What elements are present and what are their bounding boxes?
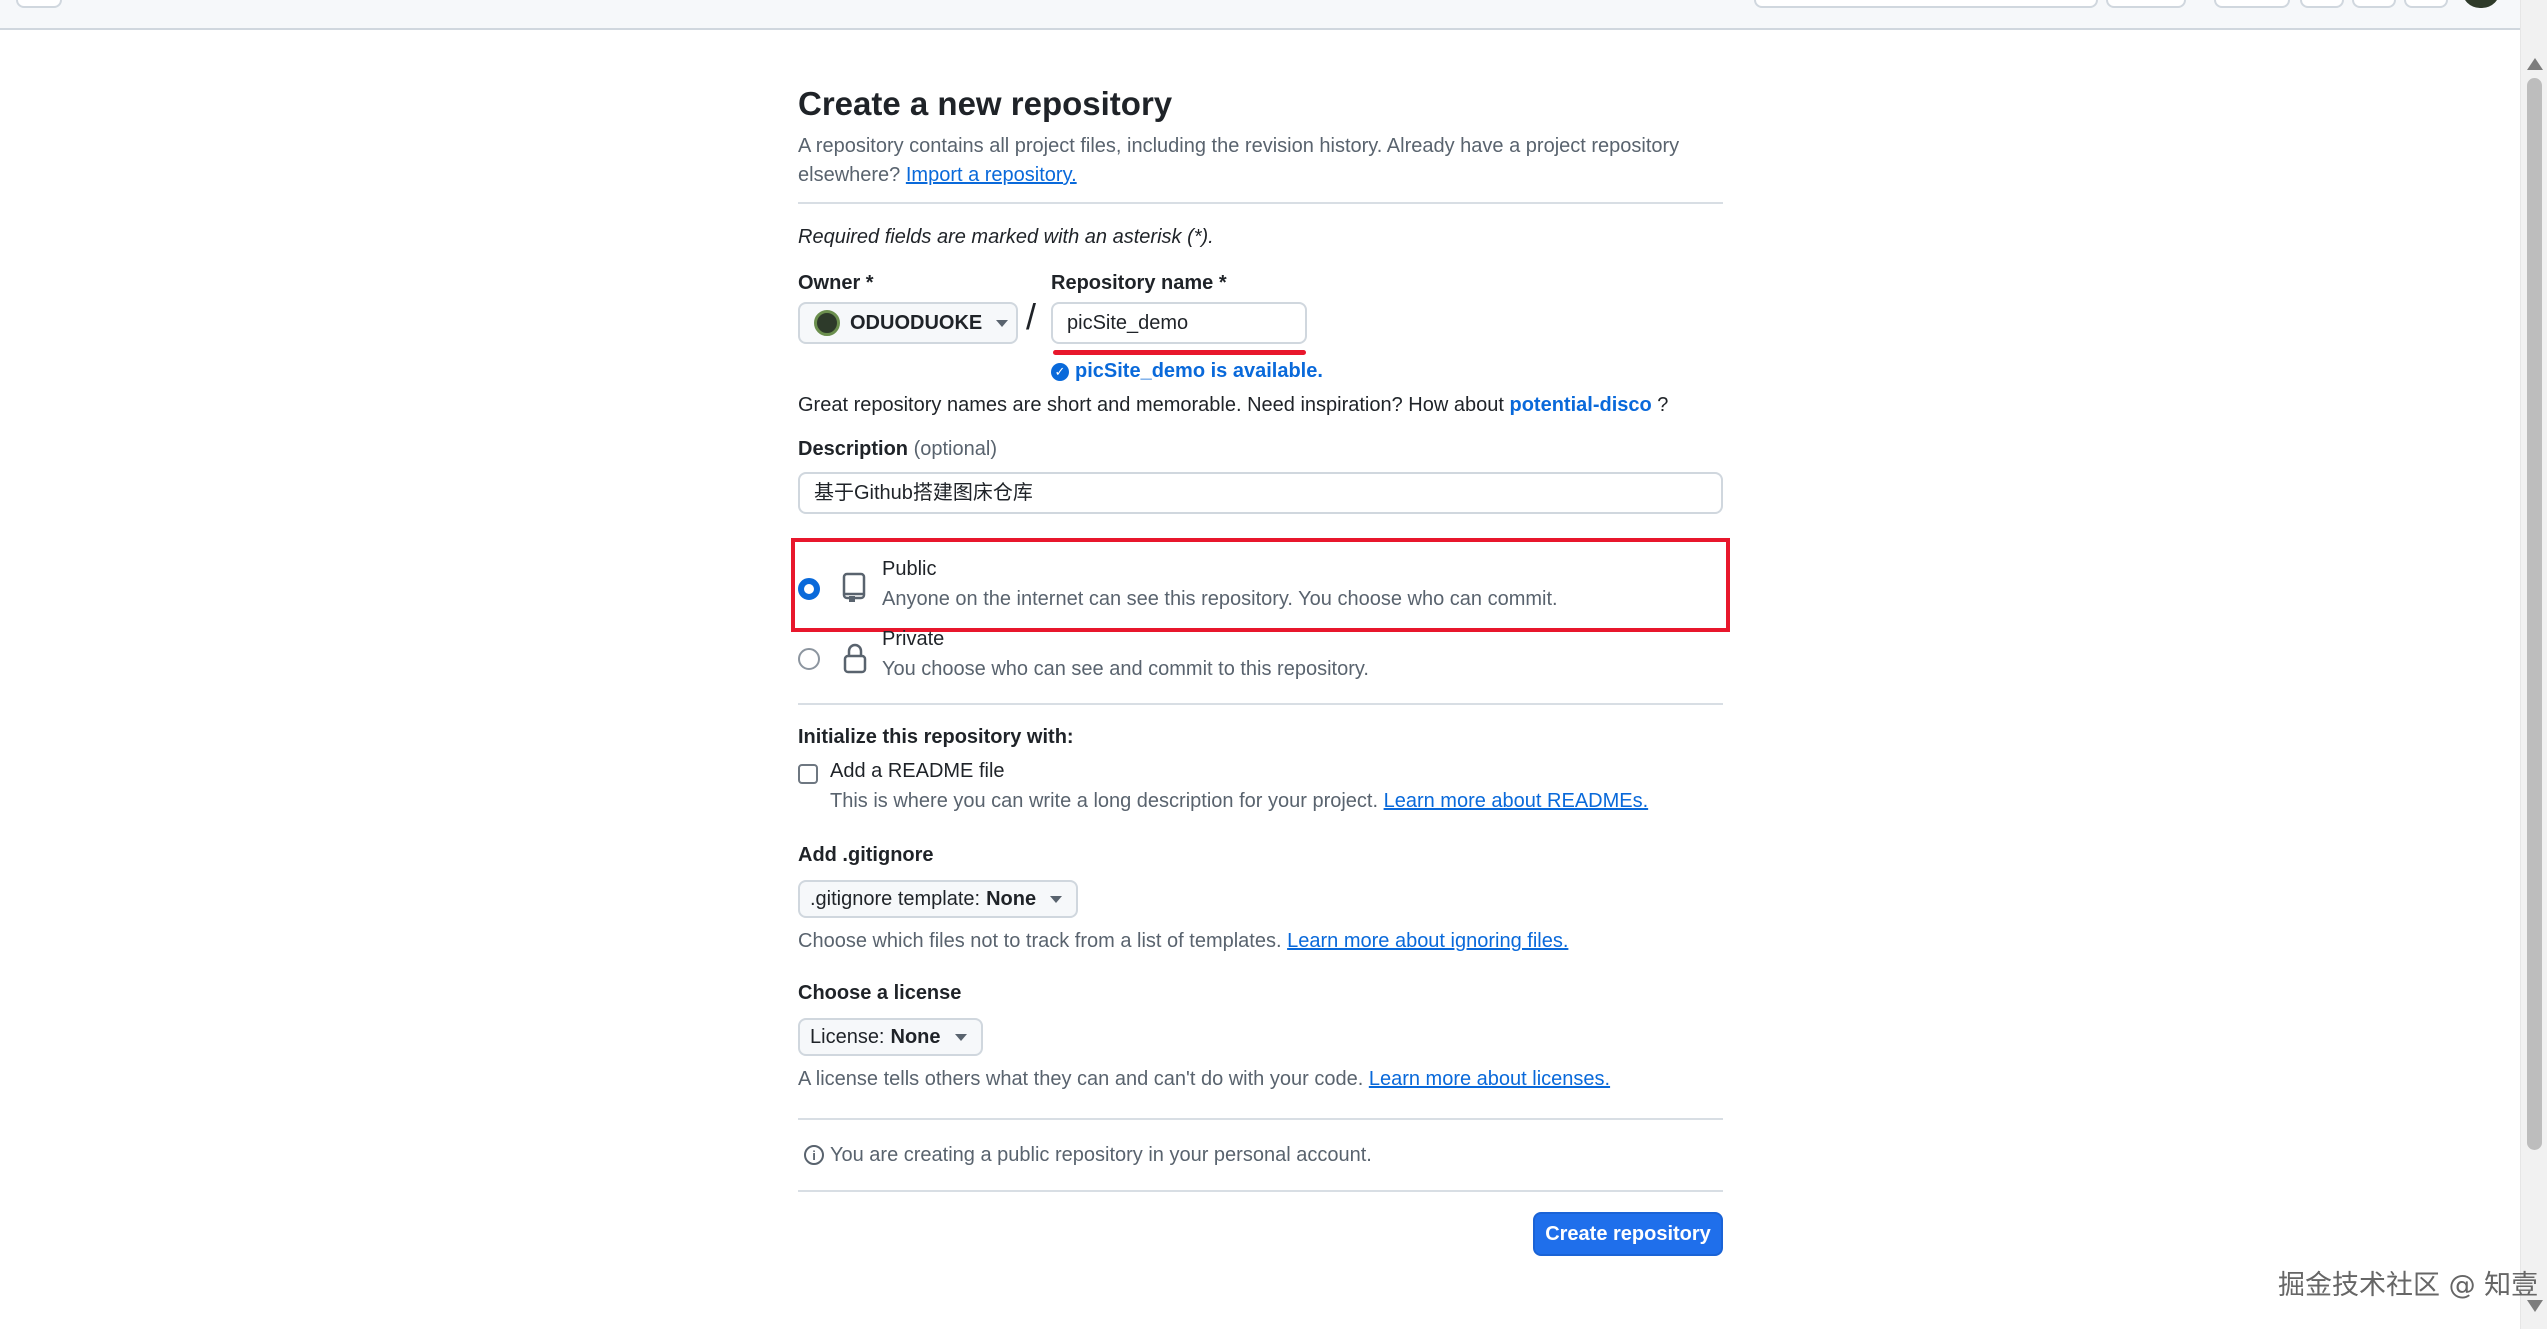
license-dropdown[interactable]: License: None	[798, 1018, 983, 1056]
required-fields-note: Required fields are marked with an aster…	[798, 226, 1214, 248]
gitignore-dropdown-value: None	[986, 887, 1037, 910]
scrollbar-thumb[interactable]	[2527, 78, 2542, 1150]
visibility-public-option[interactable]: Public Anyone on the internet can see th…	[798, 558, 1723, 624]
new-repo-form: Create a new repository A repository con…	[791, 78, 1730, 1262]
visibility-private-option[interactable]: Private You choose who can see and commi…	[798, 628, 1723, 694]
description-label-text: Description	[798, 438, 909, 460]
owner-label: Owner *	[798, 272, 874, 294]
suggested-name-link[interactable]: potential-disco	[1509, 394, 1651, 416]
suggestion-suffix: ?	[1657, 394, 1669, 416]
name-suggestion: Great repository names are short and mem…	[798, 394, 1723, 424]
search-box-stub[interactable]	[1754, 0, 2098, 8]
owner-avatar	[814, 310, 840, 336]
page-title: Create a new repository	[798, 85, 1173, 122]
create-repository-button[interactable]: Create repository	[1533, 1212, 1723, 1256]
license-dropdown-value: None	[890, 1025, 941, 1048]
pull-requests-button-stub[interactable]	[2352, 0, 2396, 8]
chevron-down-icon	[954, 1033, 967, 1041]
public-radio[interactable]	[798, 578, 820, 600]
import-repository-link[interactable]: Import a repository.	[906, 164, 1077, 186]
repo-icon	[842, 572, 866, 602]
user-avatar[interactable]	[2462, 0, 2500, 8]
public-info-notice: i You are creating a public repository i…	[798, 1120, 1723, 1190]
chevron-down-icon	[996, 319, 1009, 327]
visibility-options: Public Anyone on the internet can see th…	[791, 538, 1730, 705]
repo-name-label: Repository name *	[1051, 272, 1227, 294]
form-actions: Create repository	[798, 1192, 1723, 1262]
lock-icon	[843, 643, 867, 674]
readme-description-text: This is where you can write a long descr…	[830, 790, 1379, 812]
browser-top-bar	[0, 0, 2520, 30]
chevron-down-icon	[1050, 895, 1063, 903]
license-dropdown-prefix: License:	[810, 1025, 885, 1048]
info-icon: i	[804, 1145, 824, 1165]
gitignore-dropdown-prefix: .gitignore template:	[810, 887, 981, 910]
page-intro: A repository contains all project files,…	[798, 132, 1698, 190]
license-learn-more-link[interactable]: Learn more about licenses.	[1369, 1068, 1610, 1090]
owner-value: ODUODUOKE	[850, 311, 983, 334]
scroll-up-arrow-icon[interactable]	[2527, 58, 2543, 70]
initialize-label: Initialize this repository with:	[798, 726, 1074, 748]
create-menu-stub[interactable]	[2214, 0, 2290, 8]
visibility-divider	[798, 703, 1723, 705]
owner-select[interactable]: ODUODUOKE	[798, 302, 1018, 344]
check-circle-icon: ✓	[1051, 362, 1069, 381]
repo-name-input[interactable]: picSite_demo	[1051, 302, 1307, 344]
owner-name-separator: /	[1026, 296, 1037, 337]
owner-repo-row: Owner * Repository name * ODUODUOKE / pi…	[798, 272, 1723, 382]
private-description: You choose who can see and commit to thi…	[882, 658, 1369, 680]
readme-option: Add a README file This is where you can …	[798, 760, 1723, 822]
readme-checkbox[interactable]	[798, 764, 818, 784]
description-optional: (optional)	[913, 438, 997, 460]
notifications-button-stub[interactable]	[2404, 0, 2448, 8]
license-hint: A license tells others what they can and…	[798, 1068, 1723, 1098]
gitignore-learn-more-link[interactable]: Learn more about ignoring files.	[1287, 930, 1568, 952]
issues-button-stub[interactable]	[2300, 0, 2344, 8]
gitignore-label: Add .gitignore	[798, 844, 934, 866]
nav-button-stub[interactable]	[16, 0, 62, 8]
command-button-stub[interactable]	[2106, 0, 2186, 8]
availability-message: ✓ picSite_demo is available.	[1051, 360, 1323, 383]
description-input[interactable]: 基于Github搭建图床仓库	[798, 472, 1723, 514]
public-description: Anyone on the internet can see this repo…	[882, 588, 1558, 610]
public-title: Public	[882, 558, 937, 580]
readme-description: This is where you can write a long descr…	[830, 790, 1648, 813]
private-radio[interactable]	[798, 648, 820, 670]
private-title: Private	[882, 628, 945, 650]
readme-learn-more-link[interactable]: Learn more about READMEs.	[1384, 790, 1649, 812]
header-divider	[798, 202, 1723, 204]
gitignore-dropdown[interactable]: .gitignore template: None	[798, 880, 1079, 918]
suggestion-text: Great repository names are short and mem…	[798, 394, 1504, 416]
readme-label[interactable]: Add a README file	[830, 760, 1005, 783]
annotation-underline	[1053, 350, 1306, 355]
license-label: Choose a license	[798, 982, 962, 1004]
gitignore-hint-text: Choose which files not to track from a l…	[798, 930, 1282, 952]
availability-text: picSite_demo is available.	[1075, 360, 1323, 382]
page-scrollbar[interactable]	[2520, 0, 2547, 1329]
info-text: You are creating a public repository in …	[830, 1143, 1372, 1166]
description-label: Description (optional)	[798, 438, 1723, 468]
gitignore-hint: Choose which files not to track from a l…	[798, 930, 1723, 960]
watermark: 掘金技术社区 @ 知壹	[2278, 1270, 2539, 1301]
license-hint-text: A license tells others what they can and…	[798, 1068, 1364, 1090]
